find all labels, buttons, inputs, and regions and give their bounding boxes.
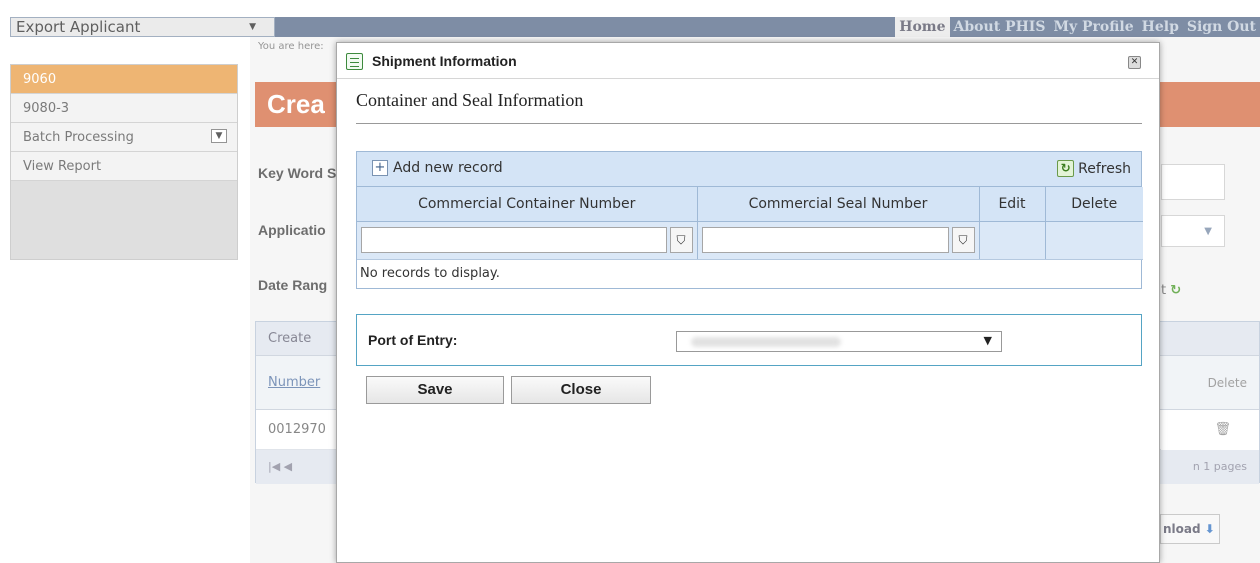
redacted-value bbox=[691, 337, 841, 347]
column-header-container-number[interactable]: Commercial Container Number bbox=[357, 187, 698, 222]
close-button[interactable]: Close bbox=[511, 376, 651, 404]
save-button[interactable]: Save bbox=[366, 376, 504, 404]
dialog-titlebar[interactable]: Shipment Information ✕ bbox=[337, 43, 1159, 79]
divider bbox=[356, 123, 1142, 124]
refresh-button[interactable]: ↻ Refresh bbox=[1057, 160, 1131, 177]
filter-cell-container: ⛉ bbox=[357, 221, 698, 260]
filter-cell-seal: ⛉ bbox=[697, 221, 980, 260]
shipment-information-dialog: Shipment Information ✕ Container and Sea… bbox=[336, 42, 1160, 563]
column-header-delete: Delete bbox=[1045, 187, 1143, 222]
container-seal-table: Commercial Container Number Commercial S… bbox=[357, 187, 1143, 260]
filter-icon[interactable]: ⛉ bbox=[951, 227, 975, 253]
seal-number-filter-input[interactable] bbox=[701, 227, 949, 253]
add-new-record-label: Add new record bbox=[393, 160, 503, 176]
grid-toolbar: + Add new record ↻ Refresh bbox=[357, 152, 1141, 187]
container-number-filter-input[interactable] bbox=[361, 227, 667, 253]
form-icon bbox=[346, 53, 363, 70]
refresh-label: Refresh bbox=[1078, 160, 1131, 177]
add-new-record-button[interactable]: + Add new record bbox=[372, 160, 503, 176]
port-of-entry-section: Port of Entry: ▼ bbox=[356, 314, 1142, 366]
port-of-entry-select[interactable]: ▼ bbox=[676, 331, 1002, 352]
close-icon[interactable]: ✕ bbox=[1128, 56, 1141, 69]
chevron-down-icon: ▼ bbox=[983, 334, 992, 347]
plus-icon: + bbox=[372, 160, 388, 176]
empty-message: No records to display. bbox=[360, 265, 500, 281]
refresh-icon: ↻ bbox=[1057, 160, 1075, 177]
column-header-seal-number[interactable]: Commercial Seal Number bbox=[697, 187, 980, 222]
section-title: Container and Seal Information bbox=[356, 90, 584, 110]
port-of-entry-label: Port of Entry: bbox=[368, 332, 458, 348]
filter-cell-delete bbox=[1045, 221, 1143, 260]
container-seal-grid: + Add new record ↻ Refresh Commercial Co… bbox=[356, 151, 1143, 289]
filter-cell-edit bbox=[979, 221, 1046, 260]
filter-icon[interactable]: ⛉ bbox=[669, 227, 693, 253]
dialog-title: Shipment Information bbox=[372, 53, 517, 69]
column-header-edit: Edit bbox=[979, 187, 1046, 222]
